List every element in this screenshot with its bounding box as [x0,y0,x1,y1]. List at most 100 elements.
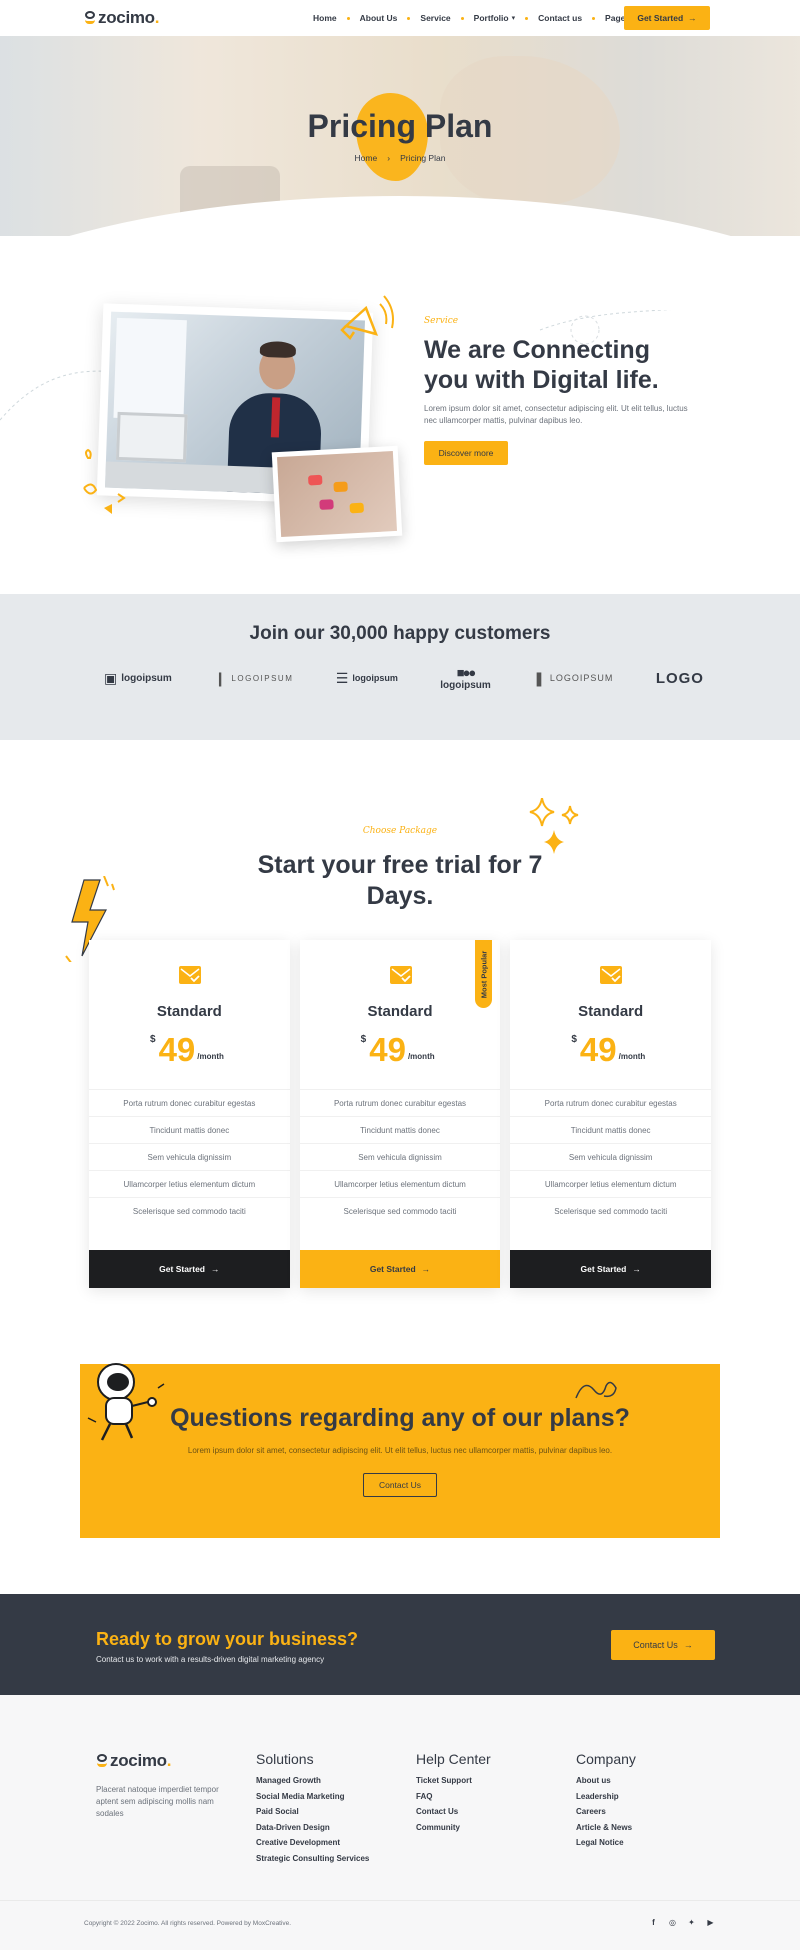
customers-title: Join our 30,000 happy customers [249,623,551,644]
nav-item-home[interactable]: Home [313,13,337,23]
nav-separator [592,16,596,20]
nav-item-portfolio[interactable]: Portfolio ▾ [474,13,515,23]
stack-logo-icon: ☰ [335,669,349,686]
plan-feature: Ullamcorper letius elementum dictum [89,1170,290,1197]
sparkle-stars-icon [529,798,579,854]
footer-link[interactable]: Paid Social [256,1807,369,1817]
questions-title: Questions regarding any of our plans? [170,1404,630,1432]
mail-check-icon [179,966,201,984]
plan-name: Standard [367,1003,433,1020]
footer-col-solutions: Solutions Managed Growth Social Media Ma… [256,1751,369,1870]
footer-col-title: Company [576,1751,636,1767]
mail-check-icon [389,966,412,984]
youtube-icon[interactable]: ▶ [705,1917,716,1928]
about-subtitle: Service [424,316,459,326]
arrow-right-icon: → [211,1264,220,1274]
plan-feature: Porta rutrum donec curabitur egestas [299,1089,501,1116]
plan-feature: Ullamcorper letius elementum dictum [510,1170,712,1197]
plan-feature: Sem vehicula dignissim [510,1143,712,1170]
hearts-doodle-icon [83,448,126,514]
footer-brand-name: zocimo [110,1751,167,1770]
instagram-icon[interactable]: ◎ [667,1917,678,1928]
capsule-logo-icon: ❚ [533,669,546,686]
squiggle-doodle-icon [575,1381,617,1399]
logo-mark-icon [96,1754,108,1768]
mail-check-icon [600,966,623,984]
nav-item-contact[interactable]: Contact us [538,13,582,23]
plan-price: $49/month [150,1031,224,1068]
client-logo: LOGO [655,669,704,687]
plan-get-started-button[interactable]: Get Started → [510,1250,712,1288]
questions-contact-button[interactable]: Contact Us [363,1473,437,1497]
client-logos: ▣ logoipsum ❙ LOGOIPSUM ☰ logoipsum ■●● logo… [104,665,704,691]
plan-feature: Porta rutrum donec curabitur egestas [510,1089,712,1116]
footer-col-title: Solutions [256,1751,314,1767]
footer-link[interactable]: Creative Development [256,1838,369,1848]
about-description: Lorem ipsum dolor sit amet, consectetur … [424,404,688,425]
page-hero: Pricing Plan Home › Pricing Plan [0,36,800,236]
client-logo: ☰ logoipsum [335,669,398,686]
footer-link[interactable]: Careers [576,1807,636,1817]
nav-item-about[interactable]: About Us [360,13,398,23]
cta-contact-button[interactable]: Contact Us → [611,1630,715,1660]
pricing-card: Standard $49/month Porta rutrum donec cu… [510,940,712,1288]
site-header: zocimo. Home About Us Service Portfolio ▾… [0,0,800,36]
footer-link[interactable]: Leadership [576,1792,636,1802]
facebook-icon[interactable]: f [648,1917,659,1928]
footer-link[interactable]: Managed Growth [256,1776,369,1786]
plan-features: Porta rutrum donec curabitur egestas Tin… [89,1089,290,1224]
arrow-right-icon: → [421,1264,431,1274]
shapes-logo-icon: ■●● [456,665,477,680]
arrow-right-icon: → [632,1264,641,1274]
footer-logo[interactable]: zocimo. [96,1751,172,1771]
plan-feature: Tincidunt mattis donec [89,1116,290,1143]
about-title: We are Connecting you with Digital life. [424,336,659,394]
footer-link[interactable]: Data-Driven Design [256,1823,369,1833]
client-logo: ■●● logoipsum [440,665,491,691]
breadcrumb-home[interactable]: Home [355,153,378,163]
plan-feature: Porta rutrum donec curabitur egestas [89,1089,290,1116]
social-links: f ◎ ✦ ▶ [648,1917,716,1928]
nav-separator [525,16,529,20]
footer-link[interactable]: FAQ [416,1792,491,1802]
questions-banner: Questions regarding any of our plans? Lo… [80,1363,720,1538]
footer-col-company: Company About us Leadership Careers Arti… [576,1751,636,1855]
footer-link[interactable]: Strategic Consulting Services [256,1854,369,1864]
footer-link[interactable]: Ticket Support [416,1776,491,1786]
about-content: Service We are Connecting you with Digit… [424,316,694,465]
pricing-card: Standard $49/month Porta rutrum donec cu… [89,940,290,1288]
bars-logo-icon: ❙ [214,669,228,686]
plan-get-started-button[interactable]: Get Started → [89,1250,290,1288]
arrow-right-icon: → [683,1640,693,1650]
plan-get-started-button[interactable]: Get Started → [299,1250,501,1288]
megaphone-icon [340,295,394,340]
discover-more-button[interactable]: Discover more [424,441,508,465]
plan-features: Porta rutrum donec curabitur egestas Tin… [510,1089,712,1224]
page-title: Pricing Plan [307,108,493,144]
pricing-card-popular: Most Popular Standard $49/month Porta ru… [299,940,501,1288]
breadcrumb: Home › Pricing Plan [0,153,800,163]
footer-link[interactable]: About us [576,1776,636,1786]
client-logo: ❚ LOGOIPSUM [533,669,614,686]
footer-link[interactable]: Article & News [576,1823,636,1833]
footer-link[interactable]: Social Media Marketing [256,1792,369,1802]
footer-link[interactable]: Contact Us [416,1807,491,1817]
plan-name: Standard [578,1003,644,1020]
footer-col-help-center: Help Center Ticket Support FAQ Contact U… [416,1751,491,1839]
cta-description: Contact us to work with a results-driven… [96,1655,325,1664]
footer-link[interactable]: Community [416,1823,491,1833]
brand-logo[interactable]: zocimo. [84,8,160,28]
astronaut-icon [87,1363,165,1441]
plan-feature: Tincidunt mattis donec [510,1116,712,1143]
footer-link[interactable]: Legal Notice [576,1838,636,1848]
plan-features: Porta rutrum donec curabitur egestas Tin… [299,1089,501,1224]
nav-item-service[interactable]: Service [420,13,450,23]
logo-mark-icon [84,11,96,25]
twitter-icon[interactable]: ✦ [686,1917,697,1928]
plan-feature: Sem vehicula dignissim [299,1143,501,1170]
header-get-started-button[interactable]: Get Started → [624,6,710,30]
brand-name: zocimo [98,8,155,27]
plan-feature: Tincidunt mattis donec [299,1116,501,1143]
footer-divider [0,1900,800,1901]
nav-separator [407,16,411,20]
